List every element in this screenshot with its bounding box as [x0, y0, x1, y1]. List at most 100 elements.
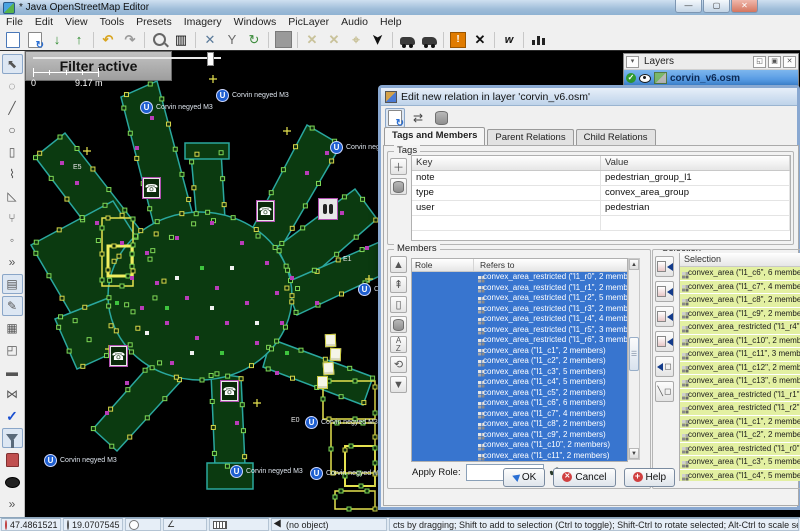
layer-visibility-eye-icon[interactable]: [639, 74, 651, 83]
tag-value-cell[interactable]: [601, 216, 790, 230]
selection-row[interactable]: convex_area ("l1_c6", 6 members): [680, 267, 800, 280]
phone-icon[interactable]: ☎: [143, 178, 160, 198]
zoom-slider-handle[interactable]: [207, 52, 214, 66]
tag-key-cell[interactable]: user: [412, 201, 601, 215]
new-member-button[interactable]: ▯: [390, 296, 407, 313]
audio-wav-button[interactable]: w: [499, 30, 519, 49]
delete-relation-button[interactable]: [431, 108, 451, 128]
search-button[interactable]: [149, 30, 169, 49]
selection-row[interactable]: convex_area_restricted ("l1_r0", 2 membe…: [680, 443, 800, 456]
member-row[interactable]: convex_area_restricted ("l1_r4", 4 membe…: [412, 314, 627, 325]
deselect-members-button[interactable]: ╲◻: [655, 381, 674, 402]
selection-row[interactable]: convex_area ("l1_c11", 3 members): [680, 348, 800, 361]
member-row[interactable]: convex_area ("l1_c2", 2 members): [412, 356, 627, 367]
member-row[interactable]: convex_area ("l1_c8", 2 members): [412, 419, 627, 430]
create-circle-tool[interactable]: ◦: [2, 230, 23, 250]
filter-toggle[interactable]: [2, 428, 23, 448]
merge-node-tool[interactable]: ⑂: [2, 208, 23, 228]
selection-row[interactable]: convex_area ("l1_c9", 2 members): [680, 308, 800, 321]
undo-button[interactable]: ↶: [98, 30, 118, 49]
metro-station-marker[interactable]: UCorvin negyed M3: [310, 467, 383, 480]
selection-row[interactable]: convex_area_restricted ("l1_r4", 4 membe…: [680, 321, 800, 334]
upload-button[interactable]: ↑: [69, 30, 89, 49]
member-row[interactable]: convex_area_restricted ("l1_r3", 2 membe…: [412, 304, 627, 315]
selection-row[interactable]: convex_area_restricted ("l1_r1", 2 membe…: [680, 389, 800, 402]
imagery-button[interactable]: [273, 30, 293, 49]
member-row[interactable]: convex_area_restricted ("l1_r6", 3 membe…: [412, 335, 627, 346]
layers-detach-button[interactable]: ▣: [768, 56, 781, 68]
lasso-tool[interactable]: ◌: [2, 76, 23, 96]
selection-row[interactable]: convex_area ("l1_c1", 2 members): [680, 416, 800, 429]
warning-button[interactable]: !: [448, 30, 468, 49]
disabled-tool-3[interactable]: ⌖: [346, 30, 366, 49]
new-file-button[interactable]: [3, 30, 23, 49]
add-selection-above-button[interactable]: [655, 281, 674, 302]
zoom-tool[interactable]: ○: [2, 120, 23, 140]
split-way-button[interactable]: Y: [222, 30, 242, 49]
measure-button[interactable]: [2, 472, 23, 492]
layers-close-button[interactable]: ✕: [783, 56, 796, 68]
menu-help[interactable]: Help: [374, 15, 408, 29]
tag-key-cell[interactable]: type: [412, 186, 601, 200]
cancel-button[interactable]: ✕Cancel: [553, 468, 615, 487]
preferences-button[interactable]: ▥: [171, 30, 191, 49]
ok-button[interactable]: OK: [503, 468, 545, 487]
phone-icon[interactable]: ☎: [110, 346, 127, 366]
move-member-up-button[interactable]: ▲: [390, 256, 407, 273]
member-row[interactable]: convex_area ("l1_c7", 4 members): [412, 409, 627, 420]
document-icon[interactable]: [330, 348, 341, 361]
menu-windows[interactable]: Windows: [228, 15, 283, 29]
delete-tool[interactable]: ▯: [2, 142, 23, 162]
member-row[interactable]: convex_area_restricted ("l1_r1", 2 membe…: [412, 283, 627, 294]
more-tools-chevron[interactable]: »: [2, 252, 23, 272]
minimize-button[interactable]: —: [675, 0, 702, 13]
tab-tags-and-members[interactable]: Tags and Members: [384, 127, 485, 145]
add-selection-below-button[interactable]: [655, 306, 674, 327]
apply-changes-button[interactable]: [385, 108, 405, 128]
move-member-down-button[interactable]: ▼: [390, 376, 407, 393]
elevator-icon[interactable]: [319, 199, 337, 219]
member-row[interactable]: convex_area_restricted ("l1_r0", 2 membe…: [412, 272, 627, 283]
member-row[interactable]: convex_area ("l1_c6", 6 members): [412, 398, 627, 409]
add-selection-at-start-button[interactable]: [655, 256, 674, 277]
tag-value-cell[interactable]: convex_area_group: [601, 186, 790, 200]
tab-child-relations[interactable]: Child Relations: [576, 129, 656, 145]
styles-toggle[interactable]: ✎: [2, 296, 23, 316]
improve-accuracy-tool[interactable]: ◺: [2, 186, 23, 206]
selection-row[interactable]: convex_area ("l1_c7", 4 members): [680, 281, 800, 294]
remove-member-button[interactable]: [390, 316, 407, 333]
tags-value-header[interactable]: Value: [601, 156, 790, 170]
purge-button[interactable]: [2, 450, 23, 470]
selection-row[interactable]: convex_area ("l1_c10", 2 members): [680, 335, 800, 348]
tag-value-cell[interactable]: pedestrian_group_l1: [601, 171, 790, 185]
tag-key-cell[interactable]: note: [412, 171, 601, 185]
tags-key-header[interactable]: Key: [412, 156, 601, 170]
sort-members-button[interactable]: AZ: [390, 336, 407, 353]
scroll-down-arrow[interactable]: ▼: [629, 448, 639, 459]
selection-row[interactable]: convex_area ("l1_c12", 2 members): [680, 362, 800, 375]
metro-station-marker[interactable]: UCorvin negyed M3: [216, 89, 289, 102]
phone-icon[interactable]: ☎: [221, 381, 238, 401]
metro-station-marker[interactable]: UCorvin negyed M3: [44, 454, 117, 467]
reverse-members-button[interactable]: ⟲: [390, 356, 407, 373]
reload-relation-button[interactable]: ⇄: [408, 108, 428, 128]
member-row[interactable]: convex_area ("l1_c9", 2 members): [412, 430, 627, 441]
tag-row[interactable]: notepedestrian_group_l1: [412, 171, 790, 186]
terracer-toggle[interactable]: ▬: [2, 362, 23, 382]
document-icon[interactable]: [323, 362, 335, 376]
dialog-title-bar[interactable]: Edit new relation in layer 'corvin_v6.os…: [381, 88, 797, 106]
phone-icon[interactable]: ☎: [257, 201, 274, 221]
members-refersto-header[interactable]: Refers to: [474, 259, 515, 271]
save-button[interactable]: [25, 30, 45, 49]
maximize-button[interactable]: ▢: [703, 0, 730, 13]
photo-toggle[interactable]: ◰: [2, 340, 23, 360]
draw-node-tool[interactable]: ╱: [2, 98, 23, 118]
menu-presets[interactable]: Presets: [130, 15, 178, 29]
member-row[interactable]: convex_area ("l1_c3", 5 members): [412, 367, 627, 378]
routing-car2-button[interactable]: [419, 30, 439, 49]
layer-row-corvin-v6[interactable]: ✓ corvin_v6.osm: [624, 70, 798, 86]
menu-edit[interactable]: Edit: [29, 15, 59, 29]
member-row[interactable]: convex_area ("l1_c4", 5 members): [412, 377, 627, 388]
add-selection-at-end-button[interactable]: [655, 331, 674, 352]
selection-row[interactable]: convex_area_restricted ("l1_r2", 5 membe…: [680, 402, 800, 415]
